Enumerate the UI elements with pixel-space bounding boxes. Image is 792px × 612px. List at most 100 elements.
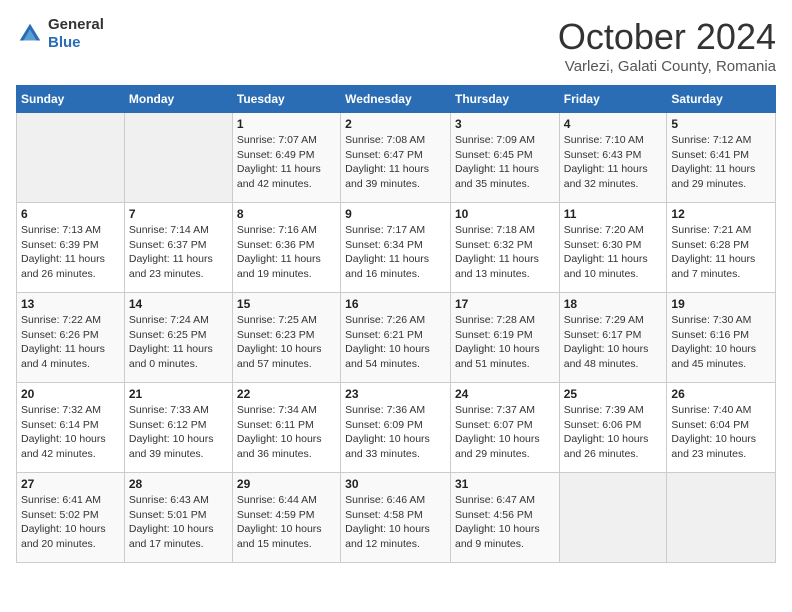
logo-icon	[16, 20, 44, 48]
calendar-cell	[17, 113, 125, 203]
day-number: 4	[564, 117, 663, 131]
calendar-cell: 15 Sunrise: 7:25 AM Sunset: 6:23 PM Dayli…	[232, 293, 340, 383]
day-number: 26	[671, 387, 771, 401]
header-row: SundayMondayTuesdayWednesdayThursdayFrid…	[17, 86, 776, 113]
day-number: 17	[455, 297, 555, 311]
day-info: Sunrise: 7:32 AM Sunset: 6:14 PM Dayligh…	[21, 403, 120, 462]
day-number: 2	[345, 117, 446, 131]
day-info: Sunrise: 7:22 AM Sunset: 6:26 PM Dayligh…	[21, 313, 120, 372]
calendar-cell: 6 Sunrise: 7:13 AM Sunset: 6:39 PM Daylig…	[17, 203, 125, 293]
day-info: Sunrise: 7:26 AM Sunset: 6:21 PM Dayligh…	[345, 313, 446, 372]
calendar-cell: 24Sunrise: 7:37 AM Sunset: 6:07 PM Dayli…	[450, 383, 559, 473]
calendar-cell: 19Sunrise: 7:30 AM Sunset: 6:16 PM Dayli…	[667, 293, 776, 383]
day-number: 14	[129, 297, 228, 311]
day-info: Sunrise: 7:33 AM Sunset: 6:12 PM Dayligh…	[129, 403, 228, 462]
day-info: Sunrise: 6:44 AM Sunset: 4:59 PM Dayligh…	[237, 493, 336, 552]
calendar-cell: 27 Sunrise: 6:41 AM Sunset: 5:02 PM Dayli…	[17, 473, 125, 563]
calendar-cell: 4 Sunrise: 7:10 AM Sunset: 6:43 PM Daylig…	[559, 113, 667, 203]
calendar-cell: 1 Sunrise: 7:07 AM Sunset: 6:49 PM Daylig…	[232, 113, 340, 203]
day-info: Sunrise: 7:10 AM Sunset: 6:43 PM Dayligh…	[564, 133, 663, 192]
week-row-4: 20 Sunrise: 7:32 AM Sunset: 6:14 PM Dayli…	[17, 383, 776, 473]
day-number: 27	[21, 477, 120, 491]
day-info: Sunrise: 6:41 AM Sunset: 5:02 PM Dayligh…	[21, 493, 120, 552]
day-number: 8	[237, 207, 336, 221]
day-number: 18	[564, 297, 663, 311]
calendar-cell: 20 Sunrise: 7:32 AM Sunset: 6:14 PM Dayli…	[17, 383, 125, 473]
calendar-cell: 14 Sunrise: 7:24 AM Sunset: 6:25 PM Dayli…	[124, 293, 232, 383]
day-info: Sunrise: 7:39 AM Sunset: 6:06 PM Dayligh…	[564, 403, 663, 462]
day-number: 3	[455, 117, 555, 131]
calendar-cell: 16 Sunrise: 7:26 AM Sunset: 6:21 PM Dayli…	[341, 293, 451, 383]
calendar-cell: 26 Sunrise: 7:40 AM Sunset: 6:04 PM Dayli…	[667, 383, 776, 473]
calendar-cell: 11 Sunrise: 7:20 AM Sunset: 6:30 PM Dayli…	[559, 203, 667, 293]
day-info: Sunrise: 7:29 AM Sunset: 6:17 PM Dayligh…	[564, 313, 663, 372]
day-number: 20	[21, 387, 120, 401]
day-info: Sunrise: 7:37 AM Sunset: 6:07 PM Dayligh…	[455, 403, 555, 462]
day-info: Sunrise: 7:21 AM Sunset: 6:28 PM Dayligh…	[671, 223, 771, 282]
month-title: October 2024	[558, 16, 776, 58]
title-block: October 2024 Varlezi, Galati County, Rom…	[558, 16, 776, 75]
page-header: General Blue October 2024 Varlezi, Galat…	[16, 16, 776, 75]
day-info: Sunrise: 7:07 AM Sunset: 6:49 PM Dayligh…	[237, 133, 336, 192]
calendar-cell	[667, 473, 776, 563]
day-number: 29	[237, 477, 336, 491]
day-number: 30	[345, 477, 446, 491]
calendar-cell	[124, 113, 232, 203]
day-info: Sunrise: 7:18 AM Sunset: 6:32 PM Dayligh…	[455, 223, 555, 282]
calendar-cell: 13 Sunrise: 7:22 AM Sunset: 6:26 PM Dayli…	[17, 293, 125, 383]
day-info: Sunrise: 7:28 AM Sunset: 6:19 PM Dayligh…	[455, 313, 555, 372]
calendar-cell: 5Sunrise: 7:12 AM Sunset: 6:41 PM Daylig…	[667, 113, 776, 203]
day-info: Sunrise: 7:13 AM Sunset: 6:39 PM Dayligh…	[21, 223, 120, 282]
day-info: Sunrise: 7:17 AM Sunset: 6:34 PM Dayligh…	[345, 223, 446, 282]
header-day-monday: Monday	[124, 86, 232, 113]
week-row-1: 1 Sunrise: 7:07 AM Sunset: 6:49 PM Daylig…	[17, 113, 776, 203]
calendar-cell: 18 Sunrise: 7:29 AM Sunset: 6:17 PM Dayli…	[559, 293, 667, 383]
day-info: Sunrise: 6:47 AM Sunset: 4:56 PM Dayligh…	[455, 493, 555, 552]
day-info: Sunrise: 6:46 AM Sunset: 4:58 PM Dayligh…	[345, 493, 446, 552]
header-day-sunday: Sunday	[17, 86, 125, 113]
calendar-cell: 10Sunrise: 7:18 AM Sunset: 6:32 PM Dayli…	[450, 203, 559, 293]
calendar-cell: 23Sunrise: 7:36 AM Sunset: 6:09 PM Dayli…	[341, 383, 451, 473]
day-info: Sunrise: 6:43 AM Sunset: 5:01 PM Dayligh…	[129, 493, 228, 552]
calendar-cell: 7Sunrise: 7:14 AM Sunset: 6:37 PM Daylig…	[124, 203, 232, 293]
day-info: Sunrise: 7:08 AM Sunset: 6:47 PM Dayligh…	[345, 133, 446, 192]
day-number: 25	[564, 387, 663, 401]
calendar-header: SundayMondayTuesdayWednesdayThursdayFrid…	[17, 86, 776, 113]
week-row-5: 27 Sunrise: 6:41 AM Sunset: 5:02 PM Dayli…	[17, 473, 776, 563]
calendar-cell: 2 Sunrise: 7:08 AM Sunset: 6:47 PM Daylig…	[341, 113, 451, 203]
calendar-cell: 9 Sunrise: 7:17 AM Sunset: 6:34 PM Daylig…	[341, 203, 451, 293]
day-info: Sunrise: 7:24 AM Sunset: 6:25 PM Dayligh…	[129, 313, 228, 372]
calendar-body: 1 Sunrise: 7:07 AM Sunset: 6:49 PM Daylig…	[17, 113, 776, 563]
day-info: Sunrise: 7:34 AM Sunset: 6:11 PM Dayligh…	[237, 403, 336, 462]
calendar-cell: 30 Sunrise: 6:46 AM Sunset: 4:58 PM Dayli…	[341, 473, 451, 563]
day-number: 9	[345, 207, 446, 221]
logo: General Blue	[16, 16, 104, 52]
calendar-cell: 21Sunrise: 7:33 AM Sunset: 6:12 PM Dayli…	[124, 383, 232, 473]
calendar-cell: 25 Sunrise: 7:39 AM Sunset: 6:06 PM Dayli…	[559, 383, 667, 473]
day-number: 13	[21, 297, 120, 311]
day-info: Sunrise: 7:20 AM Sunset: 6:30 PM Dayligh…	[564, 223, 663, 282]
day-number: 6	[21, 207, 120, 221]
calendar-cell: 29 Sunrise: 6:44 AM Sunset: 4:59 PM Dayli…	[232, 473, 340, 563]
header-day-friday: Friday	[559, 86, 667, 113]
day-info: Sunrise: 7:16 AM Sunset: 6:36 PM Dayligh…	[237, 223, 336, 282]
day-number: 5	[671, 117, 771, 131]
day-number: 16	[345, 297, 446, 311]
day-number: 23	[345, 387, 446, 401]
calendar-cell: 22Sunrise: 7:34 AM Sunset: 6:11 PM Dayli…	[232, 383, 340, 473]
calendar-cell: 28 Sunrise: 6:43 AM Sunset: 5:01 PM Dayli…	[124, 473, 232, 563]
day-number: 12	[671, 207, 771, 221]
day-number: 31	[455, 477, 555, 491]
day-number: 28	[129, 477, 228, 491]
calendar-cell: 8 Sunrise: 7:16 AM Sunset: 6:36 PM Daylig…	[232, 203, 340, 293]
header-day-thursday: Thursday	[450, 86, 559, 113]
day-number: 11	[564, 207, 663, 221]
location: Varlezi, Galati County, Romania	[558, 58, 776, 75]
day-info: Sunrise: 7:40 AM Sunset: 6:04 PM Dayligh…	[671, 403, 771, 462]
day-info: Sunrise: 7:25 AM Sunset: 6:23 PM Dayligh…	[237, 313, 336, 372]
day-number: 15	[237, 297, 336, 311]
day-number: 7	[129, 207, 228, 221]
calendar-cell: 12 Sunrise: 7:21 AM Sunset: 6:28 PM Dayli…	[667, 203, 776, 293]
day-number: 19	[671, 297, 771, 311]
day-number: 1	[237, 117, 336, 131]
